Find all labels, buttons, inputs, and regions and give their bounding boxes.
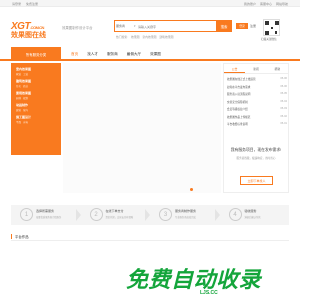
process-steps: 1 选择所需服务 海量优质服务商为您服务 2 在线下单支付 资金托管，交易安全有… <box>11 205 289 225</box>
qr-code-icon <box>263 19 280 36</box>
step-item: 2 在线下单支付 资金托管，交易安全有保障 <box>81 205 150 225</box>
category-sidebar: 室内效果图 家装 工装 建筑效果图 住宅 商业 景观效果图 园林 规划 动画制作 建筑… <box>11 63 61 155</box>
step-desc: 专业服务商高效完成 <box>175 217 196 219</box>
category-link[interactable]: 工装 <box>23 72 28 76</box>
category-link[interactable]: 家装 <box>16 72 21 76</box>
step-desc: 海量优质服务商为您服务 <box>36 217 62 219</box>
news-item[interactable]: 平台收费标准说明 05-01 <box>227 122 287 130</box>
watermark-text: 免费自动收录 <box>126 267 262 292</box>
logo-name: 效果图在线 <box>11 32 46 39</box>
nav-item-renderings[interactable]: 效果图 <box>150 52 161 57</box>
hot-keyword[interactable]: 室内效果图 <box>142 35 156 39</box>
chevron-down-icon[interactable]: ▾ <box>134 24 136 28</box>
topbar-left: 请登录 免费注册 <box>12 2 38 6</box>
register-link[interactable]: 免费注册 <box>26 2 38 6</box>
promo-subtitle: 服务商找我，极速响应，省时省心 <box>236 157 276 160</box>
register-button[interactable]: 注册 <box>250 24 256 28</box>
hot-keyword[interactable]: 效果图 <box>131 35 139 39</box>
category-title[interactable]: 室内效果图 <box>16 67 56 71</box>
nav-item-providers[interactable]: 服务商 <box>107 52 118 57</box>
carousel-dot[interactable] <box>190 188 193 191</box>
category-link[interactable]: 室内 <box>23 108 28 112</box>
category-link[interactable]: 住宅 <box>16 84 21 88</box>
watermark-url: LJS.CC <box>200 290 218 296</box>
category-title[interactable]: 施工图设计 <box>16 115 56 119</box>
category-block: 景观效果图 园林 规划 <box>16 91 56 100</box>
service-center-link[interactable]: 客服中心 <box>260 2 272 6</box>
login-link[interactable]: 请登录 <box>12 2 21 6</box>
works-section-header: 平台作品 <box>11 233 289 241</box>
category-block: 施工图设计 平面 水电 <box>16 115 56 124</box>
step-number: 3 <box>159 208 172 221</box>
step-desc: 资金托管，交易安全有保障 <box>105 217 134 219</box>
search-category-select[interactable]: 服务商 <box>116 24 136 28</box>
category-title[interactable]: 景观效果图 <box>16 91 56 95</box>
news-item[interactable]: 交易安全保障机制 05-04 <box>227 100 287 108</box>
step-number: 1 <box>20 208 33 221</box>
category-link[interactable]: 水电 <box>23 120 28 124</box>
post-request-button[interactable]: 立即下单找人 <box>240 176 273 185</box>
hot-searches: 热门搜索: 效果图 室内效果图 建筑效果图 <box>116 35 173 39</box>
step-item: 1 选择所需服务 海量优质服务商为您服务 <box>11 205 81 225</box>
site-slogan: 效果图制作设计平台 <box>62 26 93 30</box>
category-block: 室内效果图 家装 工装 <box>16 67 56 76</box>
login-button[interactable]: 登录 <box>236 23 248 29</box>
top-utility-bar: 请登录 免费注册 我的账户 客服中心 网站导航 <box>0 0 300 7</box>
category-block: 建筑效果图 住宅 商业 <box>16 79 56 88</box>
category-link[interactable]: 商业 <box>23 84 28 88</box>
step-item: 4 验收服务 满意后确认付款 <box>220 205 290 225</box>
news-item[interactable]: 如何在平台发布需求 05-06 <box>227 85 287 93</box>
news-list: 效果图在线正式上线运营 05-06 如何在平台发布需求 05-06 服务商入驻流程说… <box>227 77 287 130</box>
news-item[interactable]: 服务商入驻流程说明 05-05 <box>227 92 287 100</box>
nav-item-hiring-hall[interactable]: 雇佣大厅 <box>127 52 141 57</box>
main-nav: 所有服务分类 首页 找人才 服务商 雇佣大厅 效果图 <box>0 43 300 61</box>
news-item[interactable]: 效果图作品上传规范 05-02 <box>227 115 287 123</box>
news-item[interactable]: 会员等级权益介绍 05-03 <box>227 107 287 115</box>
step-title: 验收服务 <box>244 209 257 213</box>
promo-title: 我有服务项目，现在发布需求! <box>230 148 282 152</box>
topbar-right: 我的账户 客服中心 网站导航 <box>244 2 288 6</box>
step-number: 2 <box>89 208 103 221</box>
tab-help[interactable]: 帮助 <box>267 64 288 73</box>
site-nav-link[interactable]: 网站导航 <box>276 2 288 6</box>
announcement-panel: 公告 新闻 帮助 效果图在线正式上线运营 05-06 如何在平台发布需求 05-06… <box>223 63 289 193</box>
panel-tabs: 公告 新闻 帮助 <box>224 64 288 74</box>
step-desc: 满意后确认付款 <box>244 217 261 219</box>
section-accent-bar <box>11 234 12 239</box>
hot-keyword[interactable]: 建筑效果图 <box>159 35 173 39</box>
step-title: 在线下单支付 <box>105 209 124 213</box>
all-categories-button[interactable]: 所有服务分类 <box>11 47 61 61</box>
step-title: 选择所需服务 <box>36 209 55 213</box>
category-link[interactable]: 规划 <box>23 96 28 100</box>
qr-label: 扫描关注微信 <box>261 38 277 41</box>
category-title[interactable]: 建筑效果图 <box>16 79 56 83</box>
nav-items: 首页 找人才 服务商 雇佣大厅 效果图 <box>71 52 161 57</box>
tab-news[interactable]: 新闻 <box>245 64 266 73</box>
nav-item-talent[interactable]: 找人才 <box>87 52 98 57</box>
carousel-dots <box>190 188 193 191</box>
hot-label: 热门搜索: <box>116 35 128 39</box>
my-account-link[interactable]: 我的账户 <box>244 2 256 6</box>
category-link[interactable]: 建筑 <box>16 108 21 112</box>
category-title[interactable]: 动画制作 <box>16 103 56 107</box>
step-number: 4 <box>228 208 242 221</box>
nav-item-home[interactable]: 首页 <box>71 52 78 57</box>
banner-carousel[interactable] <box>63 63 221 193</box>
site-logo[interactable]: XGT.COM.CN 效果图在线 <box>11 22 55 42</box>
news-item[interactable]: 效果图在线正式上线运营 05-06 <box>227 77 287 85</box>
search-input[interactable] <box>138 22 210 31</box>
search-button[interactable]: 搜索 <box>216 20 232 32</box>
category-link[interactable]: 园林 <box>16 96 21 100</box>
header: XGT.COM.CN 效果图在线 效果图制作设计平台 服务商 ▾ 搜索 热门搜索… <box>0 7 300 43</box>
category-link[interactable]: 平面 <box>16 120 21 124</box>
category-block: 动画制作 建筑 室内 <box>16 103 56 112</box>
step-title: 服务商制作服务 <box>175 209 197 213</box>
search-box: 服务商 ▾ 搜索 <box>114 20 232 32</box>
tab-announcements[interactable]: 公告 <box>224 64 246 73</box>
works-section-title: 平台作品 <box>15 235 29 239</box>
step-item: 3 服务商制作服务 专业服务商高效完成 <box>150 205 220 225</box>
